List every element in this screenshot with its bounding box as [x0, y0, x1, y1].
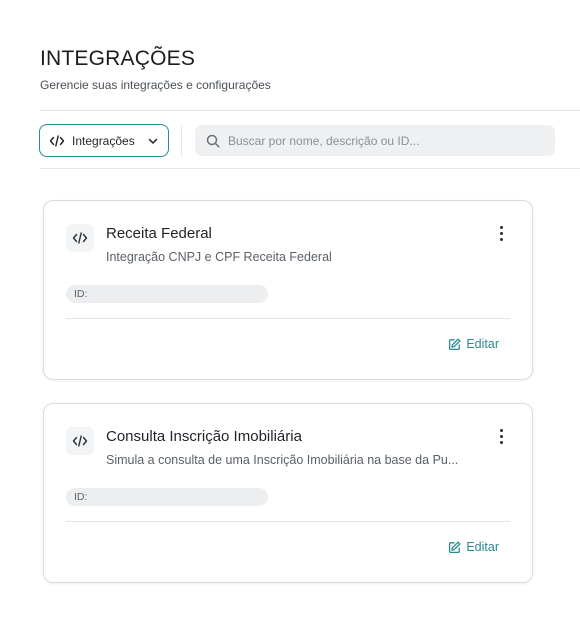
integration-card: Receita Federal Integração CNPJ e CPF Re…: [43, 200, 533, 380]
card-divider: [66, 521, 510, 522]
id-label: ID:: [74, 288, 88, 300]
search-bar[interactable]: [195, 125, 555, 156]
code-icon: [49, 134, 65, 148]
edit-button[interactable]: Editar: [448, 337, 499, 351]
integration-card: Consulta Inscrição Imobiliária Simula a …: [43, 403, 533, 583]
integration-name: Consulta Inscrição Imobiliária: [106, 428, 302, 445]
search-input[interactable]: [228, 133, 528, 148]
edit-icon: [448, 541, 461, 554]
integrations-filter-dropdown[interactable]: Integrações: [39, 124, 169, 157]
integration-id: ID:: [66, 285, 268, 303]
page-title: INTEGRAÇÕES: [40, 47, 196, 70]
edit-label: Editar: [466, 337, 499, 351]
id-label: ID:: [74, 491, 88, 503]
integrations-page: INTEGRAÇÕES Gerencie suas integrações e …: [0, 0, 580, 630]
code-icon: [66, 224, 94, 252]
toolbar-divider: [181, 126, 182, 156]
edit-label: Editar: [466, 540, 499, 554]
integration-description: Integração CNPJ e CPF Receita Federal: [106, 250, 332, 264]
edit-button[interactable]: Editar: [448, 540, 499, 554]
integration-name: Receita Federal: [106, 225, 212, 242]
code-icon: [66, 427, 94, 455]
search-icon: [206, 134, 220, 148]
edit-icon: [448, 338, 461, 351]
card-divider: [66, 318, 510, 319]
page-subtitle: Gerencie suas integrações e configuraçõe…: [40, 78, 271, 92]
integration-id: ID:: [66, 488, 268, 506]
more-vertical-icon[interactable]: [494, 426, 508, 446]
toolbar-divider-bottom: [40, 168, 580, 169]
chevron-down-icon: [148, 137, 158, 145]
integration-description: Simula a consulta de uma Inscrição Imobi…: [106, 453, 459, 467]
header-divider: [40, 110, 580, 111]
more-vertical-icon[interactable]: [494, 223, 508, 243]
filter-label: Integrações: [72, 133, 135, 148]
